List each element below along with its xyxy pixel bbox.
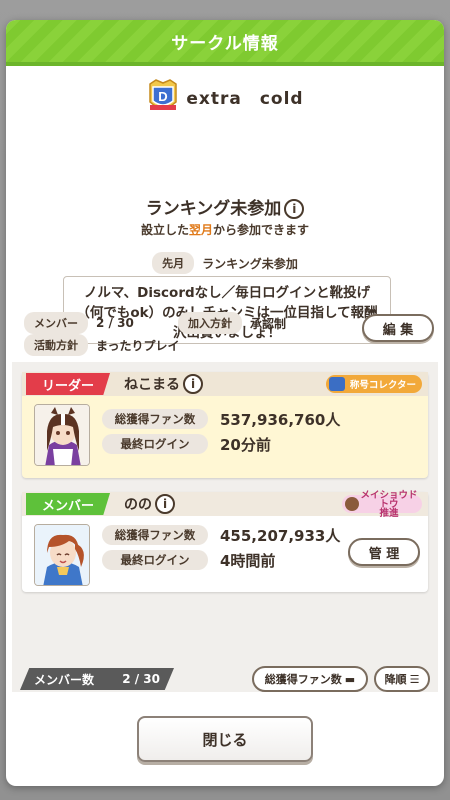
activity-info: 活動方針 まったりプレイ [24, 334, 180, 356]
svg-text:D: D [159, 89, 168, 104]
role-tag: リーダー [26, 373, 111, 395]
member-stats: 総獲得ファン数 455,207,933人 最終ログイン 4時間前 [102, 524, 340, 574]
join-note: 設立した翌月から参加できます [6, 221, 444, 238]
footer-bar: メンバー数 2 / 30 総獲得ファン数 ▬ 降順 ☰ [20, 666, 430, 694]
member-card-leader[interactable]: リーダー ねこまる i 称号コレクター 総獲得ファン数 537,936,760人… [22, 372, 428, 478]
stat-row-fans: 総獲得ファン数 455,207,933人 [102, 524, 340, 546]
fans-label: 総獲得ファン数 [102, 409, 208, 429]
activity-value: まったりプレイ [96, 338, 180, 353]
join-policy-value: 承認制 [250, 316, 287, 331]
avatar[interactable] [34, 524, 90, 586]
badge-icon [345, 497, 359, 511]
card-header: リーダー ねこまる i 称号コレクター [22, 372, 428, 396]
members-value: 2 / 30 [96, 316, 134, 330]
login-label: 最終ログイン [102, 434, 208, 454]
sort-order-button[interactable]: 降順 ☰ [374, 666, 430, 692]
title-badge-line1: メイショウドトウ [360, 489, 418, 510]
info-icon[interactable]: i [155, 494, 176, 514]
login-value: 20分前 [220, 435, 271, 454]
ranking-status-text: ランキング未参加 [145, 199, 282, 219]
members-label: メンバー [24, 312, 88, 334]
close-button[interactable]: 閉じる [137, 716, 313, 762]
member-stats: 総獲得ファン数 537,936,760人 最終ログイン 20分前 [102, 408, 340, 458]
join-note-post: から参加できます [213, 223, 310, 237]
card-header: メンバー のの i メイショウドトウ 推進 [22, 490, 428, 518]
info-icon[interactable]: i [183, 374, 204, 394]
sort-fans-label: 総獲得ファン数 [264, 673, 342, 686]
circle-emblem-icon: D [146, 78, 180, 114]
stat-row-login: 最終ログイン 4時間前 [102, 549, 340, 571]
manage-button[interactable]: 管 理 [348, 538, 420, 566]
fans-value: 537,936,760人 [220, 410, 341, 429]
ranking-status: ランキング未参加 i [6, 194, 444, 219]
circle-name: extra cold [186, 88, 304, 109]
title-badge-text: メイショウドトウ 推進 [360, 489, 418, 519]
members-panel: リーダー ねこまる i 称号コレクター 総獲得ファン数 537,936,760人… [12, 362, 438, 692]
fans-value: 455,207,933人 [220, 526, 341, 545]
sort-fans-button[interactable]: 総獲得ファン数 ▬ [252, 666, 368, 692]
member-count: メンバー数 2 / 30 [20, 668, 174, 690]
edit-button[interactable]: 編 集 [362, 314, 434, 342]
login-label: 最終ログイン [102, 550, 208, 570]
title-badge-text: 称号コレクター [349, 380, 416, 391]
title-badge: 称号コレクター [325, 375, 422, 393]
join-note-pre: 設立した [140, 223, 189, 237]
last-month-label: 先月 [152, 252, 195, 274]
activity-label: 活動方針 [24, 334, 88, 356]
join-policy-label: 加入方針 [178, 312, 242, 334]
dialog-title: サークル情報 [6, 20, 444, 62]
login-value: 4時間前 [220, 551, 276, 570]
stat-row-login: 最終ログイン 20分前 [102, 433, 340, 455]
info-icon[interactable]: i [284, 199, 305, 219]
role-tag: メンバー [26, 493, 111, 515]
last-month-value: ランキング未参加 [202, 256, 298, 271]
member-card[interactable]: メンバー のの i メイショウドトウ 推進 総獲得ファン数 455,207,93… [22, 490, 428, 592]
title-badge-line2: 推進 [379, 507, 399, 519]
last-month-row: 先月 ランキング未参加 [6, 252, 444, 274]
avatar[interactable] [34, 404, 90, 466]
sort-order-label: 降順 [384, 673, 407, 686]
list-icon: ▬ [344, 672, 356, 686]
fans-label: 総獲得ファン数 [102, 525, 208, 545]
title-badge: メイショウドトウ 推進 [342, 490, 422, 518]
member-count-value: 2 / 30 [122, 672, 160, 686]
member-count-label: メンバー数 [34, 672, 95, 687]
join-policy-info: 加入方針 承認制 [178, 312, 286, 334]
sort-icon: ☰ [409, 672, 420, 686]
member-name: のの [124, 497, 153, 513]
members-info: メンバー 2 / 30 [24, 312, 134, 334]
circle-name-row: D extra cold [6, 78, 444, 114]
join-note-highlight: 翌月 [188, 223, 213, 237]
member-name: ねこまる [124, 377, 181, 393]
stat-row-fans: 総獲得ファン数 537,936,760人 [102, 408, 340, 430]
circle-info-dialog: サークル情報 D extra cold ランキング未参加 i 設立した翌月から参加… [6, 20, 444, 786]
badge-icon [328, 377, 345, 391]
